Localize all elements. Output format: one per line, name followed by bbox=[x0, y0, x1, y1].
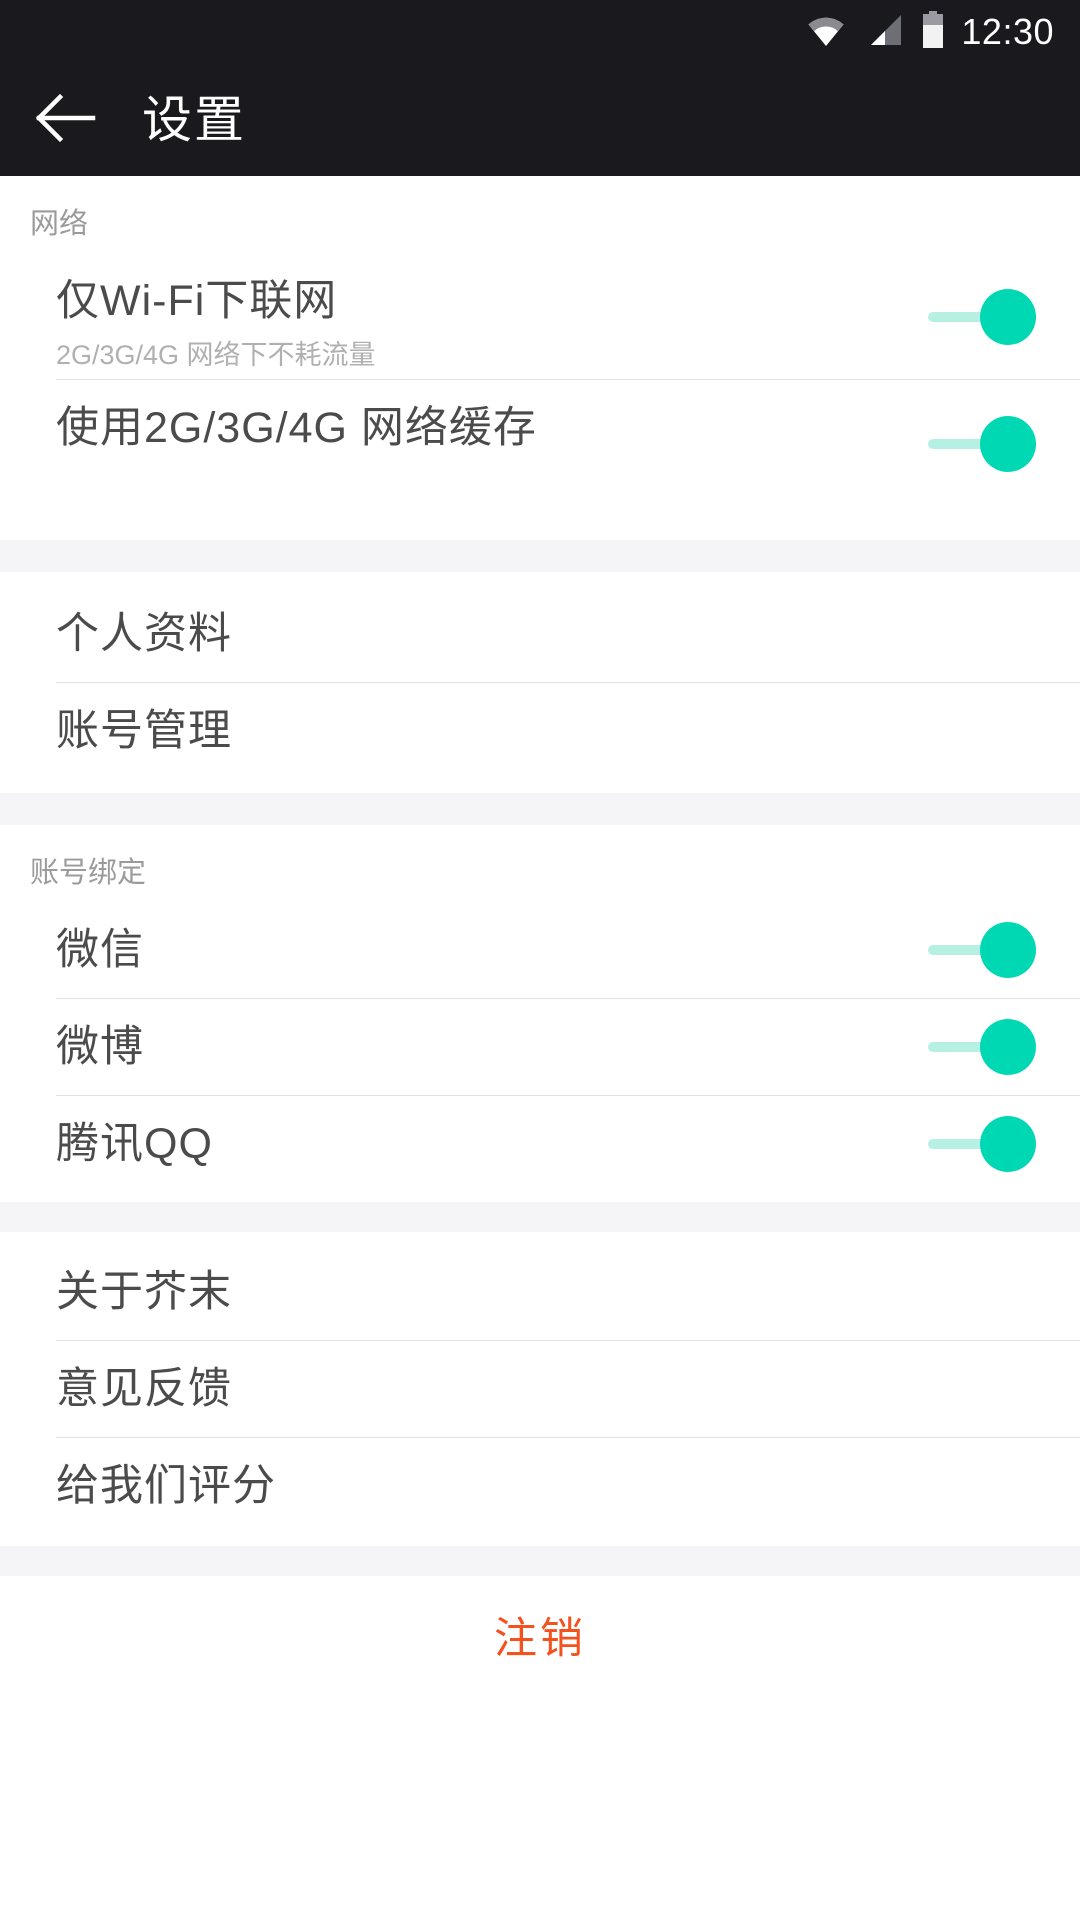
section-gap bbox=[0, 793, 1080, 825]
setting-row-mobile-cache[interactable]: 使用2G/3G/4G 网络缓存 bbox=[0, 380, 1080, 506]
section-gap bbox=[0, 1202, 1080, 1232]
setting-label-weibo: 微博 bbox=[56, 1022, 144, 1071]
setting-sublabel-wifi-only: 2G/3G/4G 网络下不耗流量 bbox=[56, 340, 376, 371]
setting-row-wifi-only[interactable]: 仅Wi-Fi下联网 2G/3G/4G 网络下不耗流量 bbox=[0, 253, 1080, 379]
settings-list: 网络 仅Wi-Fi下联网 2G/3G/4G 网络下不耗流量 使用2G/3G/4G… bbox=[0, 176, 1080, 1920]
setting-label-wechat: 微信 bbox=[56, 925, 144, 974]
section-account-binding: 账号绑定 微信 微博 腾讯QQ bbox=[0, 825, 1080, 1202]
battery-icon bbox=[921, 10, 945, 54]
section-network: 网络 仅Wi-Fi下联网 2G/3G/4G 网络下不耗流量 使用2G/3G/4G… bbox=[0, 176, 1080, 540]
setting-row-feedback[interactable]: 意见反馈 bbox=[0, 1341, 1080, 1437]
toggle-mobile-cache[interactable] bbox=[928, 416, 1036, 472]
setting-label-rate-us: 给我们评分 bbox=[56, 1461, 276, 1510]
setting-label-qq: 腾讯QQ bbox=[56, 1119, 213, 1168]
page-title: 设置 bbox=[142, 92, 246, 148]
back-button[interactable] bbox=[28, 82, 104, 158]
toggle-thumb bbox=[980, 1116, 1036, 1172]
setting-row-wechat[interactable]: 微信 bbox=[0, 902, 1080, 998]
toggle-weibo[interactable] bbox=[928, 1019, 1036, 1075]
bottom-filler bbox=[0, 1694, 1080, 1920]
setting-row-account-management[interactable]: 账号管理 bbox=[0, 683, 1080, 779]
section-gap bbox=[0, 1546, 1080, 1576]
toggle-thumb bbox=[980, 289, 1036, 345]
setting-label-mobile-cache: 使用2G/3G/4G 网络缓存 bbox=[56, 404, 537, 452]
status-bar-icons bbox=[805, 10, 945, 54]
setting-row-weibo[interactable]: 微博 bbox=[0, 999, 1080, 1095]
section-header-network: 网络 bbox=[30, 208, 89, 240]
section-about: 关于芥末 意见反馈 给我们评分 bbox=[0, 1232, 1080, 1546]
toggle-thumb bbox=[980, 1019, 1036, 1075]
setting-label-profile: 个人资料 bbox=[56, 609, 232, 658]
toggle-qq[interactable] bbox=[928, 1116, 1036, 1172]
toggle-wifi-only[interactable] bbox=[928, 289, 1036, 345]
setting-row-about[interactable]: 关于芥末 bbox=[0, 1244, 1080, 1340]
logout-label: 注销 bbox=[494, 1615, 586, 1663]
settings-screen: 12:30 设置 网络 仅Wi-Fi下联网 2G/3G/4G 网络下不耗流量 使… bbox=[0, 0, 1080, 1920]
wifi-icon bbox=[805, 13, 847, 52]
status-bar: 12:30 bbox=[0, 0, 1080, 64]
section-account: 个人资料 账号管理 bbox=[0, 572, 1080, 793]
setting-label-account-management: 账号管理 bbox=[56, 706, 232, 755]
setting-label-about: 关于芥末 bbox=[56, 1267, 232, 1316]
setting-row-rate-us[interactable]: 给我们评分 bbox=[0, 1438, 1080, 1534]
section-gap bbox=[0, 540, 1080, 572]
status-bar-time: 12:30 bbox=[961, 11, 1054, 52]
setting-label-wifi-only: 仅Wi-Fi下联网 bbox=[56, 277, 338, 325]
row-texts: 使用2G/3G/4G 网络缓存 bbox=[56, 402, 537, 454]
toggle-thumb bbox=[980, 922, 1036, 978]
app-bar: 设置 bbox=[0, 64, 1080, 176]
section-header-account-binding: 账号绑定 bbox=[30, 857, 147, 889]
logout-button[interactable]: 注销 bbox=[0, 1576, 1080, 1694]
setting-label-feedback: 意见反馈 bbox=[56, 1364, 232, 1413]
back-arrow-icon bbox=[35, 93, 97, 148]
cellular-signal-icon bbox=[865, 13, 903, 52]
toggle-wechat[interactable] bbox=[928, 922, 1036, 978]
setting-row-profile[interactable]: 个人资料 bbox=[0, 586, 1080, 682]
setting-row-qq[interactable]: 腾讯QQ bbox=[0, 1096, 1080, 1192]
row-texts: 仅Wi-Fi下联网 2G/3G/4G 网络下不耗流量 bbox=[56, 275, 376, 372]
toggle-thumb bbox=[980, 416, 1036, 472]
